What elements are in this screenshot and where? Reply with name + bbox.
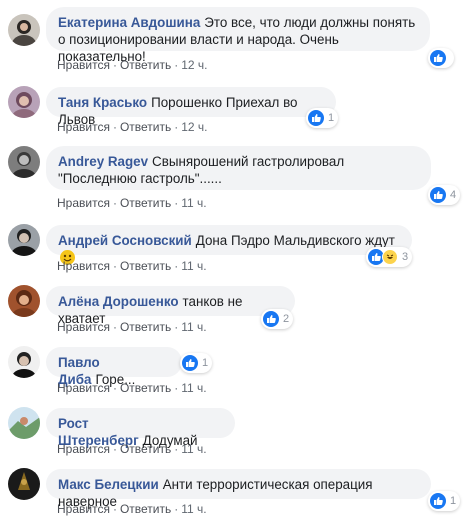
reply-button[interactable]: Ответить xyxy=(120,381,171,395)
comment-author[interactable]: Макс Белецкии xyxy=(58,477,159,492)
comment-bubble: Андрей Сосновский Дона Пэдро Мальдивского… xyxy=(46,225,412,265)
reaction-count: 2 xyxy=(283,313,290,325)
reply-button[interactable]: Ответить xyxy=(120,502,171,516)
reaction-counter[interactable]: 1 xyxy=(428,491,461,511)
user-avatar-icon[interactable] xyxy=(8,86,40,118)
comment-time[interactable]: 11 ч. xyxy=(181,502,206,516)
reaction-count: 4 xyxy=(450,189,457,201)
reaction-count: 3 xyxy=(402,251,409,263)
user-avatar-icon[interactable] xyxy=(8,285,40,317)
user-avatar-icon[interactable] xyxy=(8,14,40,46)
user-avatar-icon[interactable] xyxy=(8,146,40,178)
reaction-count: 1 xyxy=(450,495,457,507)
comment-time[interactable]: 11 ч. xyxy=(181,381,206,395)
comment-bubble: Andrey Ragev Свынярошений гастролировал "… xyxy=(46,146,431,190)
comment-bubble: Павло Диба Горе... xyxy=(46,347,182,387)
comment-bubble: Таня Красько Порошенко Приехал во Львов xyxy=(46,87,336,127)
user-avatar-icon[interactable] xyxy=(8,468,40,500)
comment-time[interactable]: 11 ч. xyxy=(181,196,206,210)
like-button[interactable]: Нравится xyxy=(57,502,110,516)
like-reaction-icon xyxy=(430,493,446,509)
comment-bubble: Екатерина Авдошина Это все, что люди долж… xyxy=(46,7,430,64)
like-button[interactable]: Нравится xyxy=(57,58,110,72)
like-button[interactable]: Нравится xyxy=(57,320,110,334)
comment-actions: Нравится · Ответить · 12 ч. xyxy=(57,120,208,134)
like-reaction-icon xyxy=(263,311,279,327)
comment-author[interactable]: Екатерина Авдошина xyxy=(58,15,200,30)
comment-actions: Нравится · Ответить · 11 ч. xyxy=(57,381,207,395)
like-reaction-icon xyxy=(430,50,446,66)
comment-actions: Нравится · Ответить · 11 ч. xyxy=(57,442,207,456)
like-button[interactable]: Нравится xyxy=(57,196,110,210)
like-button[interactable]: Нравится xyxy=(57,381,110,395)
haha-reaction-icon xyxy=(382,249,398,265)
comment-actions: Нравится · Ответить · 12 ч. xyxy=(57,58,208,72)
like-button[interactable]: Нравится xyxy=(57,442,110,456)
like-reaction-icon xyxy=(308,110,324,126)
comment-actions: Нравится · Ответить · 11 ч. xyxy=(57,196,207,210)
comment-time[interactable]: 11 ч. xyxy=(181,259,206,273)
comment-actions: Нравится · Ответить · 11 ч. xyxy=(57,320,207,334)
comment-author[interactable]: Andrey Ragev xyxy=(58,154,148,169)
comment-author[interactable]: Алёна Дорошенко xyxy=(58,294,179,309)
like-reaction-icon xyxy=(182,355,198,371)
user-avatar-icon[interactable] xyxy=(8,346,40,378)
like-button[interactable]: Нравится xyxy=(57,259,110,273)
like-button[interactable]: Нравится xyxy=(57,120,110,134)
like-reaction-icon xyxy=(430,187,446,203)
reaction-counter[interactable] xyxy=(428,48,454,68)
comment-author[interactable]: Таня Красько xyxy=(58,95,147,110)
comment-time[interactable]: 11 ч. xyxy=(181,320,206,334)
reaction-count: 1 xyxy=(202,357,209,369)
reaction-counter[interactable]: 3 xyxy=(366,247,413,267)
reaction-counter[interactable]: 4 xyxy=(428,185,461,205)
comment-author[interactable]: Андрей Сосновский xyxy=(58,233,192,248)
reply-button[interactable]: Ответить xyxy=(120,320,171,334)
user-avatar-icon[interactable] xyxy=(8,407,40,439)
comment-actions: Нравится · Ответить · 11 ч. xyxy=(57,502,207,516)
reply-button[interactable]: Ответить xyxy=(120,58,171,72)
comment-bubble: Алёна Дорошенко танков не хватает xyxy=(46,286,295,326)
reaction-counter[interactable]: 2 xyxy=(261,309,294,329)
comment-actions: Нравится · Ответить · 11 ч. xyxy=(57,259,207,273)
reply-button[interactable]: Ответить xyxy=(120,196,171,210)
comment-time[interactable]: 12 ч. xyxy=(181,58,207,72)
reaction-count: 1 xyxy=(328,112,335,124)
comment-bubble: Макс Белецкии Анти террористическая опера… xyxy=(46,469,431,509)
reaction-counter[interactable]: 1 xyxy=(180,353,213,373)
comment-bubble: Рост Штеренберг Додумай xyxy=(46,408,235,448)
reaction-counter[interactable]: 1 xyxy=(306,108,339,128)
user-avatar-icon[interactable] xyxy=(8,224,40,256)
reply-button[interactable]: Ответить xyxy=(120,442,171,456)
reply-button[interactable]: Ответить xyxy=(120,259,171,273)
comment-text: Дона Пэдро Мальдивского ждут xyxy=(195,233,395,248)
reply-button[interactable]: Ответить xyxy=(120,120,171,134)
comment-time[interactable]: 12 ч. xyxy=(181,120,207,134)
comment-time[interactable]: 11 ч. xyxy=(181,442,206,456)
